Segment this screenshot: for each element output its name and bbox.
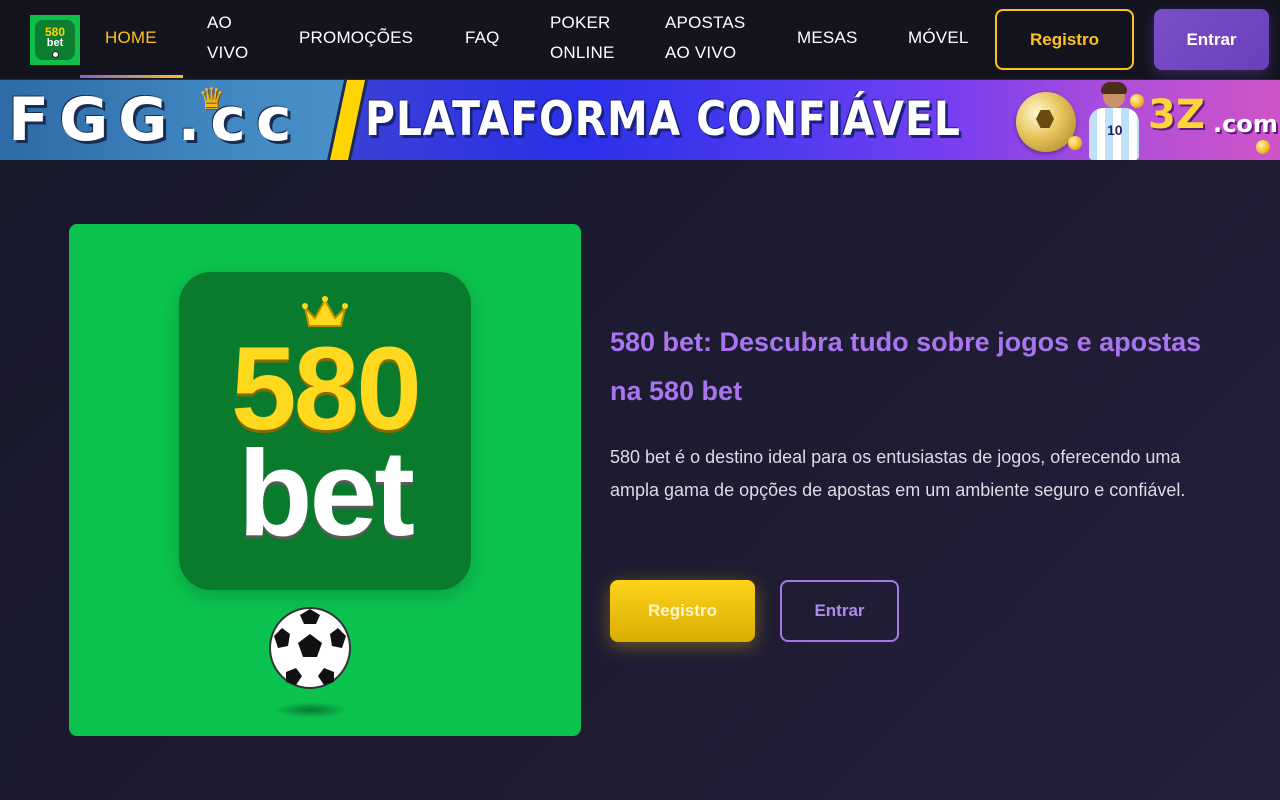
app-icon-tile: 580 bet bbox=[179, 272, 471, 590]
header-login-button[interactable]: Entrar bbox=[1154, 9, 1269, 70]
hero-title: 580 bet: Descubra tudo sobre jogos e apo… bbox=[610, 327, 1202, 406]
nav-poker-line2: ONLINE bbox=[550, 43, 615, 62]
nav-poker-online[interactable]: POKER ONLINE bbox=[550, 8, 615, 68]
nav-apostas-line2: AO VIVO bbox=[665, 43, 737, 62]
nav-faq[interactable]: FAQ bbox=[465, 23, 500, 53]
nav-apostas-ao-vivo[interactable]: APOSTAS AO VIVO bbox=[665, 8, 745, 68]
nav-poker-line1: POKER bbox=[550, 13, 611, 32]
banner-brand-3z: 3Z bbox=[1148, 92, 1205, 138]
crown-icon: ♛ bbox=[198, 83, 225, 116]
banner-fgg-text: FGG.cc bbox=[8, 85, 302, 155]
nav-promocoes[interactable]: PROMOÇÕES bbox=[299, 23, 413, 53]
app-icon-word: bet bbox=[238, 425, 415, 561]
active-nav-indicator bbox=[80, 75, 183, 78]
ball-shadow bbox=[274, 702, 348, 718]
logo-badge: 580 bet bbox=[35, 20, 75, 60]
nav-faq-label: FAQ bbox=[465, 28, 500, 47]
logo-word: bet bbox=[46, 37, 64, 49]
nav-movel-label: MÓVEL bbox=[908, 28, 969, 47]
nav-ao-vivo[interactable]: AO VIVO bbox=[207, 8, 248, 68]
banner-headline: PLATAFORMA CONFIÁVEL bbox=[365, 92, 961, 147]
nav-movel[interactable]: MÓVEL bbox=[908, 23, 969, 53]
coin-icon bbox=[1068, 136, 1082, 150]
promo-banner[interactable]: FGG.cc ♛ PLATAFORMA CONFIÁVEL 10 3Z .com bbox=[0, 80, 1280, 160]
hero-login-button[interactable]: Entrar bbox=[780, 580, 899, 642]
coin-icon bbox=[1256, 140, 1270, 154]
coin-icon bbox=[1130, 94, 1144, 108]
hero-app-image: 580 bet bbox=[69, 224, 581, 736]
logo-ball-icon bbox=[51, 51, 59, 58]
nav-home-label: HOME bbox=[105, 28, 157, 47]
player-hair bbox=[1101, 82, 1127, 94]
nav-mesas[interactable]: MESAS bbox=[797, 23, 858, 53]
hero-register-button[interactable]: Registro bbox=[610, 580, 755, 642]
nav-promocoes-label: PROMOÇÕES bbox=[299, 28, 414, 47]
site-logo[interactable]: 580 bet bbox=[30, 15, 80, 65]
nav-ao-vivo-line1: AO bbox=[207, 13, 232, 32]
nav-home[interactable]: HOME bbox=[105, 23, 157, 53]
banner-brand-com: .com bbox=[1213, 110, 1278, 138]
header-register-button[interactable]: Registro bbox=[995, 9, 1134, 70]
nav-ao-vivo-line2: VIVO bbox=[207, 43, 249, 62]
hero-description: 580 bet é o destino ideal para os entusi… bbox=[610, 447, 1186, 500]
nav-mesas-label: MESAS bbox=[797, 28, 858, 47]
soccer-ball-icon bbox=[269, 607, 351, 689]
nav-apostas-line1: APOSTAS bbox=[665, 13, 746, 32]
player-number: 10 bbox=[1107, 122, 1123, 138]
top-navbar: 580 bet HOME AO VIVO PROMOÇÕES FAQ POKER… bbox=[0, 0, 1280, 80]
